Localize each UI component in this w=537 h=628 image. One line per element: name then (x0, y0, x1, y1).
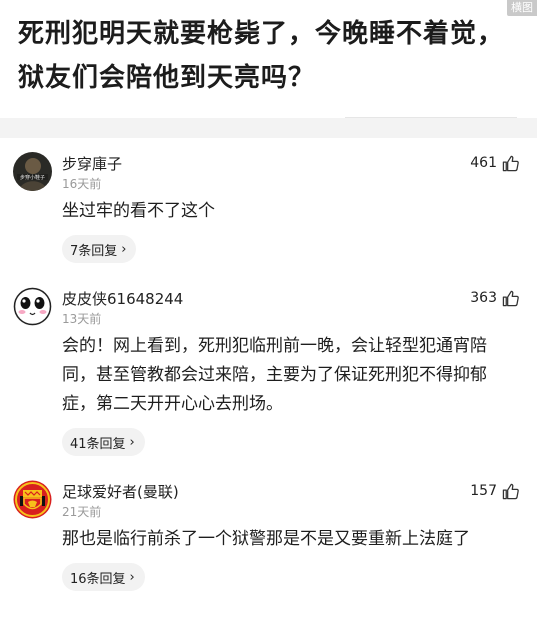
comment-time: 16天前 (62, 177, 102, 191)
chevron-right-icon: › (129, 569, 135, 585)
chevron-right-icon: › (121, 241, 127, 257)
avatar[interactable] (13, 287, 52, 326)
author-name[interactable]: 皮皮侠61648244 (62, 288, 183, 309)
thumbs-up-icon (502, 483, 519, 499)
author-name[interactable]: 步穿庫子 (62, 153, 122, 174)
replies-button[interactable]: 7条回复 › (62, 235, 137, 263)
comment-header: 皮皮侠61648244 363 (62, 286, 519, 310)
comment-item: 足球爱好者(曼联) 157 21天前 那也是临行前杀了一个狱警那是不是又要重新上… (0, 479, 537, 591)
thumbs-up-icon (502, 290, 519, 306)
dark-photo-avatar-icon: 步穿小鞋子 (13, 152, 52, 191)
replies-count: 16条回复 (70, 571, 126, 587)
comment-header: 足球爱好者(曼联) 157 (62, 479, 519, 503)
replies-button[interactable]: 41条回复 › (62, 428, 145, 456)
title-divider (345, 117, 517, 118)
like-count: 461 (470, 155, 497, 171)
like-button[interactable]: 461 (470, 155, 519, 172)
avatar[interactable]: 步穿小鞋子 (13, 152, 52, 191)
comment-time: 13天前 (62, 312, 102, 326)
like-button[interactable]: 363 (470, 290, 519, 307)
comment-item: 皮皮侠61648244 363 13天前 会的！网上看到，死刑犯临刑前一晚，会让… (0, 286, 537, 456)
comment-time: 21天前 (62, 505, 102, 519)
comment-text: 那也是临行前杀了一个狱警那是不是又要重新上法庭了 (62, 529, 470, 549)
section-gap (0, 118, 537, 138)
cartoon-face-avatar-icon (13, 287, 52, 326)
replies-count: 41条回复 (70, 436, 126, 452)
comment-text: 坐过牢的看不了这个 (62, 201, 215, 221)
chevron-right-icon: › (129, 434, 135, 450)
like-count: 363 (470, 290, 497, 306)
watermark-label: 横图 (507, 0, 537, 16)
question-title[interactable]: 死刑犯明天就要枪毙了，今晚睡不着觉，狱友们会陪他到天亮吗？ (0, 0, 537, 118)
like-button[interactable]: 157 (470, 483, 519, 500)
svg-text:步穿小鞋子: 步穿小鞋子 (20, 174, 45, 181)
comment-text: 会的！网上看到，死刑犯临刑前一晚，会让轻型犯通宵陪同，甚至管教都会过来陪，主要为… (62, 336, 487, 414)
comment-header: 步穿庫子 461 (62, 151, 519, 175)
avatar[interactable] (13, 480, 52, 519)
replies-count: 7条回复 (70, 243, 118, 259)
thumbs-up-icon (502, 155, 519, 171)
replies-button[interactable]: 16条回复 › (62, 563, 145, 591)
comment-item: 步穿小鞋子 步穿庫子 461 16天前 坐过牢的看不了这个 7条回复 › (0, 151, 537, 263)
like-count: 157 (470, 483, 497, 499)
author-name[interactable]: 足球爱好者(曼联) (62, 481, 179, 502)
manchester-united-crest-icon (13, 480, 52, 519)
